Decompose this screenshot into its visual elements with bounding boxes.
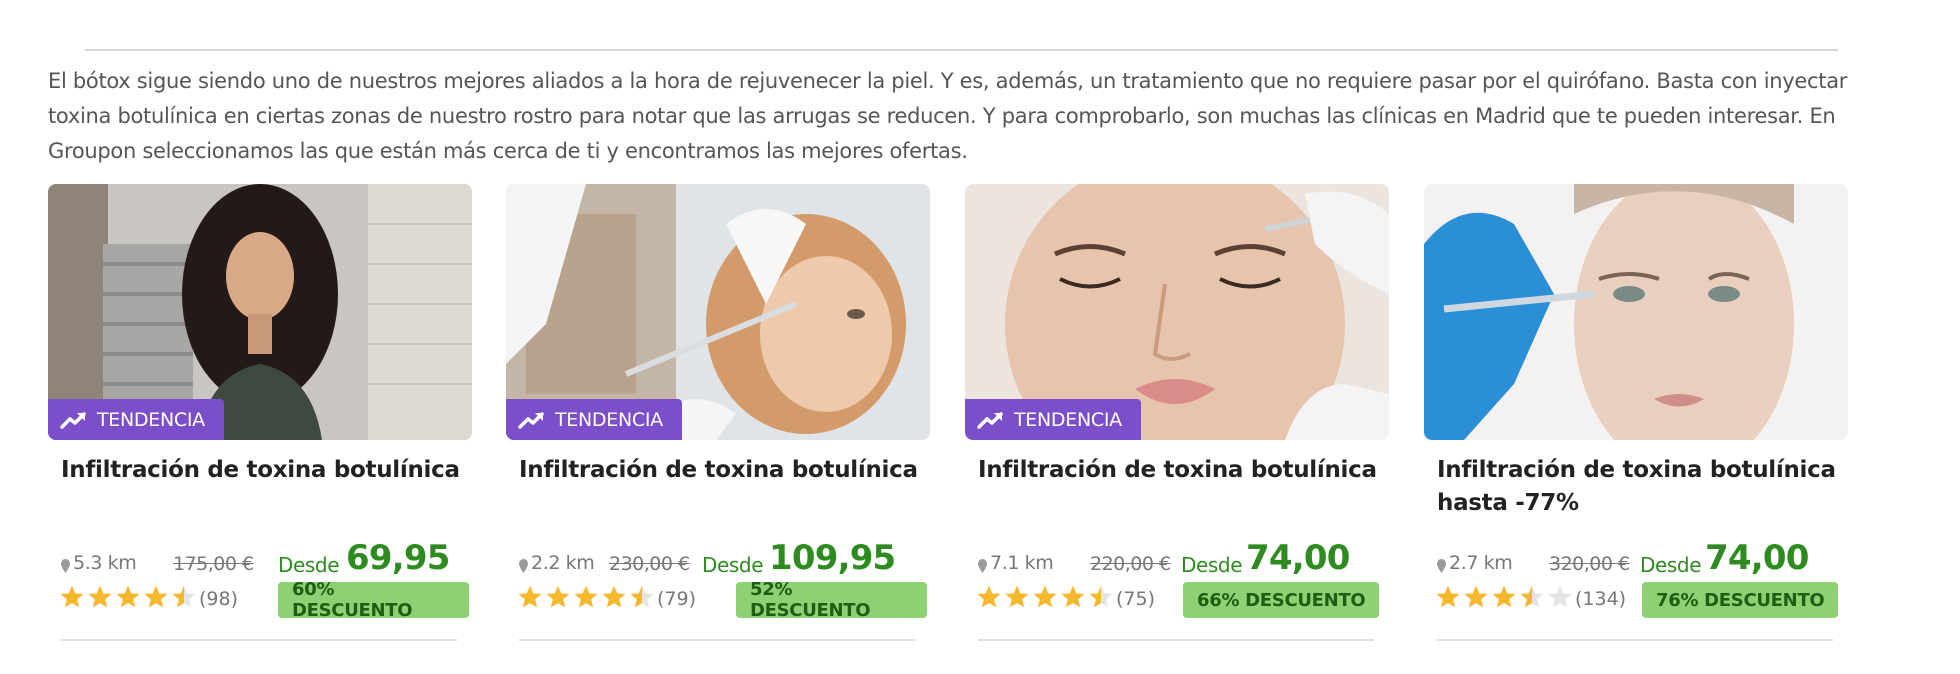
star-icon bbox=[1033, 585, 1057, 608]
price-row: 5.3 km 175,00 € Desde 69,95 € bbox=[61, 538, 461, 618]
rating-row: (98) 60% DESCUENTO bbox=[59, 579, 469, 621]
star-icon bbox=[1061, 585, 1085, 608]
badge-label: TENDENCIA bbox=[97, 408, 205, 431]
star-icon bbox=[977, 585, 1001, 608]
desde-label: Desde bbox=[702, 553, 764, 577]
trending-up-icon bbox=[60, 411, 86, 429]
card-divider bbox=[519, 639, 915, 641]
deal-title[interactable]: Infiltración de toxina botulínica bbox=[978, 454, 1378, 487]
distance: 7.1 km bbox=[990, 552, 1054, 574]
star-icon bbox=[116, 585, 140, 608]
badge-label: TENDENCIA bbox=[555, 408, 663, 431]
star-icon bbox=[1520, 585, 1544, 608]
location-pin-icon bbox=[978, 559, 987, 573]
desde-label: Desde bbox=[1181, 553, 1243, 577]
deal-title[interactable]: Infiltración de toxina botulínica bbox=[61, 454, 461, 487]
deal-card[interactable]: TENDENCIA Infiltración de toxina botulín… bbox=[48, 184, 472, 644]
trending-up-icon bbox=[977, 411, 1003, 429]
discount-badge: 52% DESCUENTO bbox=[736, 579, 927, 621]
star-icon bbox=[1436, 585, 1460, 608]
star-icon bbox=[1005, 585, 1029, 608]
discount-badge: 76% DESCUENTO bbox=[1642, 582, 1839, 618]
star-icon bbox=[1464, 585, 1488, 608]
deal-card[interactable]: TENDENCIA Infiltración de toxina botulín… bbox=[965, 184, 1389, 644]
deal-card[interactable]: TENDENCIA Infiltración de toxina botulín… bbox=[506, 184, 930, 644]
review-count: (134) bbox=[1575, 588, 1627, 610]
deal-image[interactable]: TENDENCIA bbox=[965, 184, 1389, 440]
distance: 5.3 km bbox=[73, 552, 137, 574]
review-count: (75) bbox=[1116, 588, 1156, 610]
card-divider bbox=[978, 639, 1374, 641]
deal-title[interactable]: Infiltración de toxina botulínica bbox=[519, 454, 919, 487]
trending-up-icon bbox=[518, 411, 544, 429]
star-icon bbox=[172, 585, 196, 608]
price-row: 2.7 km 320,00 € Desde 74,00 € bbox=[1437, 538, 1837, 618]
top-divider bbox=[85, 49, 1838, 51]
badge-label: TENDENCIA bbox=[1014, 408, 1122, 431]
star-icon bbox=[144, 585, 168, 608]
price-row: 2.2 km 230,00 € Desde 109,95 € bbox=[519, 538, 919, 618]
star-rating bbox=[976, 584, 1116, 610]
distance: 2.7 km bbox=[1449, 552, 1513, 574]
price-row: 7.1 km 220,00 € Desde 74,00 € bbox=[978, 538, 1378, 618]
star-icon bbox=[546, 585, 570, 608]
trend-badge: TENDENCIA bbox=[506, 399, 682, 440]
star-icon bbox=[574, 585, 598, 608]
star-rating bbox=[1435, 584, 1575, 610]
card-divider bbox=[61, 639, 457, 641]
distance: 2.2 km bbox=[531, 552, 595, 574]
deal-image[interactable]: TENDENCIA bbox=[48, 184, 472, 440]
star-icon bbox=[88, 585, 112, 608]
rating-row: (134) 76% DESCUENTO bbox=[1435, 582, 1845, 618]
star-icon bbox=[630, 585, 654, 608]
star-rating bbox=[59, 584, 199, 610]
location-pin-icon bbox=[1437, 559, 1446, 573]
rating-row: (75) 66% DESCUENTO bbox=[976, 582, 1386, 618]
deal-title[interactable]: Infiltración de toxina botulínica hasta … bbox=[1437, 454, 1837, 520]
desde-label: Desde bbox=[278, 553, 340, 577]
star-icon bbox=[518, 585, 542, 608]
star-rating bbox=[517, 584, 657, 610]
original-price: 230,00 € bbox=[609, 553, 690, 575]
deal-image[interactable] bbox=[1424, 184, 1848, 440]
rating-row: (79) 52% DESCUENTO bbox=[517, 579, 927, 621]
star-icon bbox=[1089, 585, 1113, 608]
card-divider bbox=[1437, 639, 1833, 641]
deal-image[interactable]: TENDENCIA bbox=[506, 184, 930, 440]
original-price: 320,00 € bbox=[1549, 553, 1630, 575]
trend-badge: TENDENCIA bbox=[965, 399, 1141, 440]
review-count: (79) bbox=[657, 588, 697, 610]
deals-grid: TENDENCIA Infiltración de toxina botulín… bbox=[48, 184, 1918, 644]
location-pin-icon bbox=[519, 559, 528, 573]
star-icon bbox=[602, 585, 626, 608]
star-icon bbox=[1492, 585, 1516, 608]
intro-paragraph: El bótox sigue siendo uno de nuestros me… bbox=[48, 69, 1848, 163]
location-pin-icon bbox=[61, 559, 70, 573]
star-icon bbox=[1548, 585, 1572, 608]
discount-badge: 66% DESCUENTO bbox=[1183, 582, 1380, 618]
star-icon bbox=[60, 585, 84, 608]
discount-badge: 60% DESCUENTO bbox=[278, 579, 469, 621]
original-price: 220,00 € bbox=[1090, 553, 1171, 575]
original-price: 175,00 € bbox=[173, 553, 254, 575]
desde-label: Desde bbox=[1640, 553, 1702, 577]
trend-badge: TENDENCIA bbox=[48, 399, 224, 440]
deal-card[interactable]: Infiltración de toxina botulínica hasta … bbox=[1424, 184, 1848, 644]
review-count: (98) bbox=[199, 588, 239, 610]
